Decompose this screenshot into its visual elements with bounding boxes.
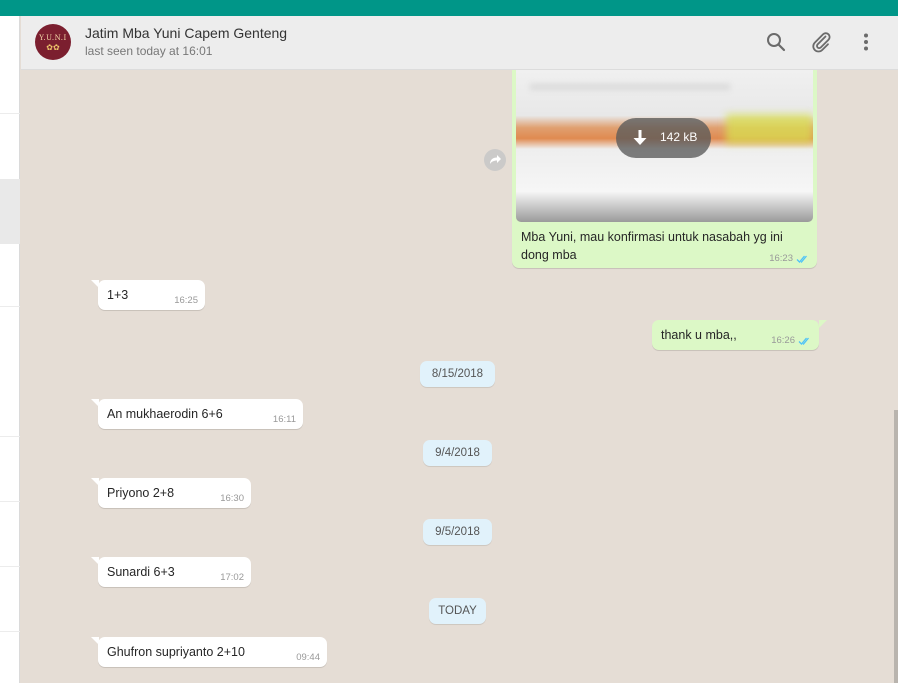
list-item[interactable]: 1+3 16:25: [98, 280, 205, 310]
message-text: Priyono 2+8: [107, 486, 175, 500]
double-check-icon: [796, 255, 807, 263]
bubble-tail: [819, 320, 827, 328]
attach-icon: [812, 32, 831, 53]
chat-list-sidebar[interactable]: [0, 16, 20, 683]
message-text: thank u mba,,: [661, 328, 737, 342]
message-time: 16:25: [174, 295, 198, 306]
message-text: Sunardi 6+3: [107, 565, 175, 579]
download-icon: [633, 130, 647, 145]
message-time: 16:26: [771, 335, 795, 346]
attach-button[interactable]: [809, 30, 833, 54]
message-time: 16:23: [769, 253, 793, 264]
menu-icon: [864, 33, 868, 51]
list-item[interactable]: Priyono 2+8 16:30: [98, 478, 251, 508]
avatar-text: Y.U.N.I: [39, 34, 67, 42]
double-check-icon: [798, 337, 809, 345]
chat-header[interactable]: Y.U.N.I ✿✿ Jatim Mba Yuni Capem Genteng …: [21, 16, 898, 70]
list-item[interactable]: An mukhaerodin 6+6 16:11: [98, 399, 303, 429]
forward-button[interactable]: [484, 149, 506, 171]
app-top-bar: [0, 0, 898, 16]
download-size: 142 kB: [660, 130, 698, 144]
sidebar-divider: [0, 631, 20, 632]
sidebar-divider: [0, 113, 20, 114]
message-text: An mukhaerodin 6+6: [107, 407, 223, 421]
message-time: 17:02: [220, 572, 244, 583]
search-button[interactable]: [764, 30, 788, 54]
image-message[interactable]: 142 kB Mba Yuni, mau konfirmasi untuk na…: [512, 70, 817, 268]
message-text: Ghufron supriyanto 2+10: [107, 645, 245, 659]
avatar-mark: ✿✿: [46, 43, 60, 52]
avatar[interactable]: Y.U.N.I ✿✿: [35, 24, 71, 60]
list-item[interactable]: Ghufron supriyanto 2+10 09:44: [98, 637, 327, 667]
menu-button[interactable]: [854, 30, 878, 54]
sidebar-selected-chat[interactable]: [0, 179, 20, 244]
last-seen-status: last seen today at 16:01: [85, 44, 213, 58]
image-blur-detail: [530, 84, 730, 90]
message-time: 16:30: [220, 493, 244, 504]
message-pane[interactable]: 142 kB Mba Yuni, mau konfirmasi untuk na…: [21, 70, 898, 683]
scrollbar[interactable]: [894, 410, 898, 683]
date-divider: 8/15/2018: [420, 361, 495, 387]
date-divider: 9/5/2018: [423, 519, 492, 545]
search-icon: [767, 33, 786, 52]
download-button[interactable]: 142 kB: [616, 118, 711, 158]
sidebar-divider: [0, 566, 20, 567]
image-thumbnail[interactable]: 142 kB: [516, 70, 813, 222]
contact-name[interactable]: Jatim Mba Yuni Capem Genteng: [85, 25, 287, 41]
list-item[interactable]: Sunardi 6+3 17:02: [98, 557, 251, 587]
message-text: 1+3: [107, 288, 129, 302]
date-divider: TODAY: [429, 598, 486, 624]
message-time: 16:11: [272, 414, 296, 425]
message-time: 09:44: [296, 652, 320, 663]
list-item[interactable]: thank u mba,, 16:26: [652, 320, 819, 350]
image-blur-detail: [726, 114, 813, 144]
image-caption: Mba Yuni, mau konfirmasi untuk nasabah y…: [521, 230, 783, 262]
sidebar-divider: [0, 436, 20, 437]
forward-icon: [490, 155, 501, 164]
date-divider: 9/4/2018: [423, 440, 492, 466]
sidebar-divider: [0, 501, 20, 502]
sidebar-divider: [0, 306, 20, 307]
